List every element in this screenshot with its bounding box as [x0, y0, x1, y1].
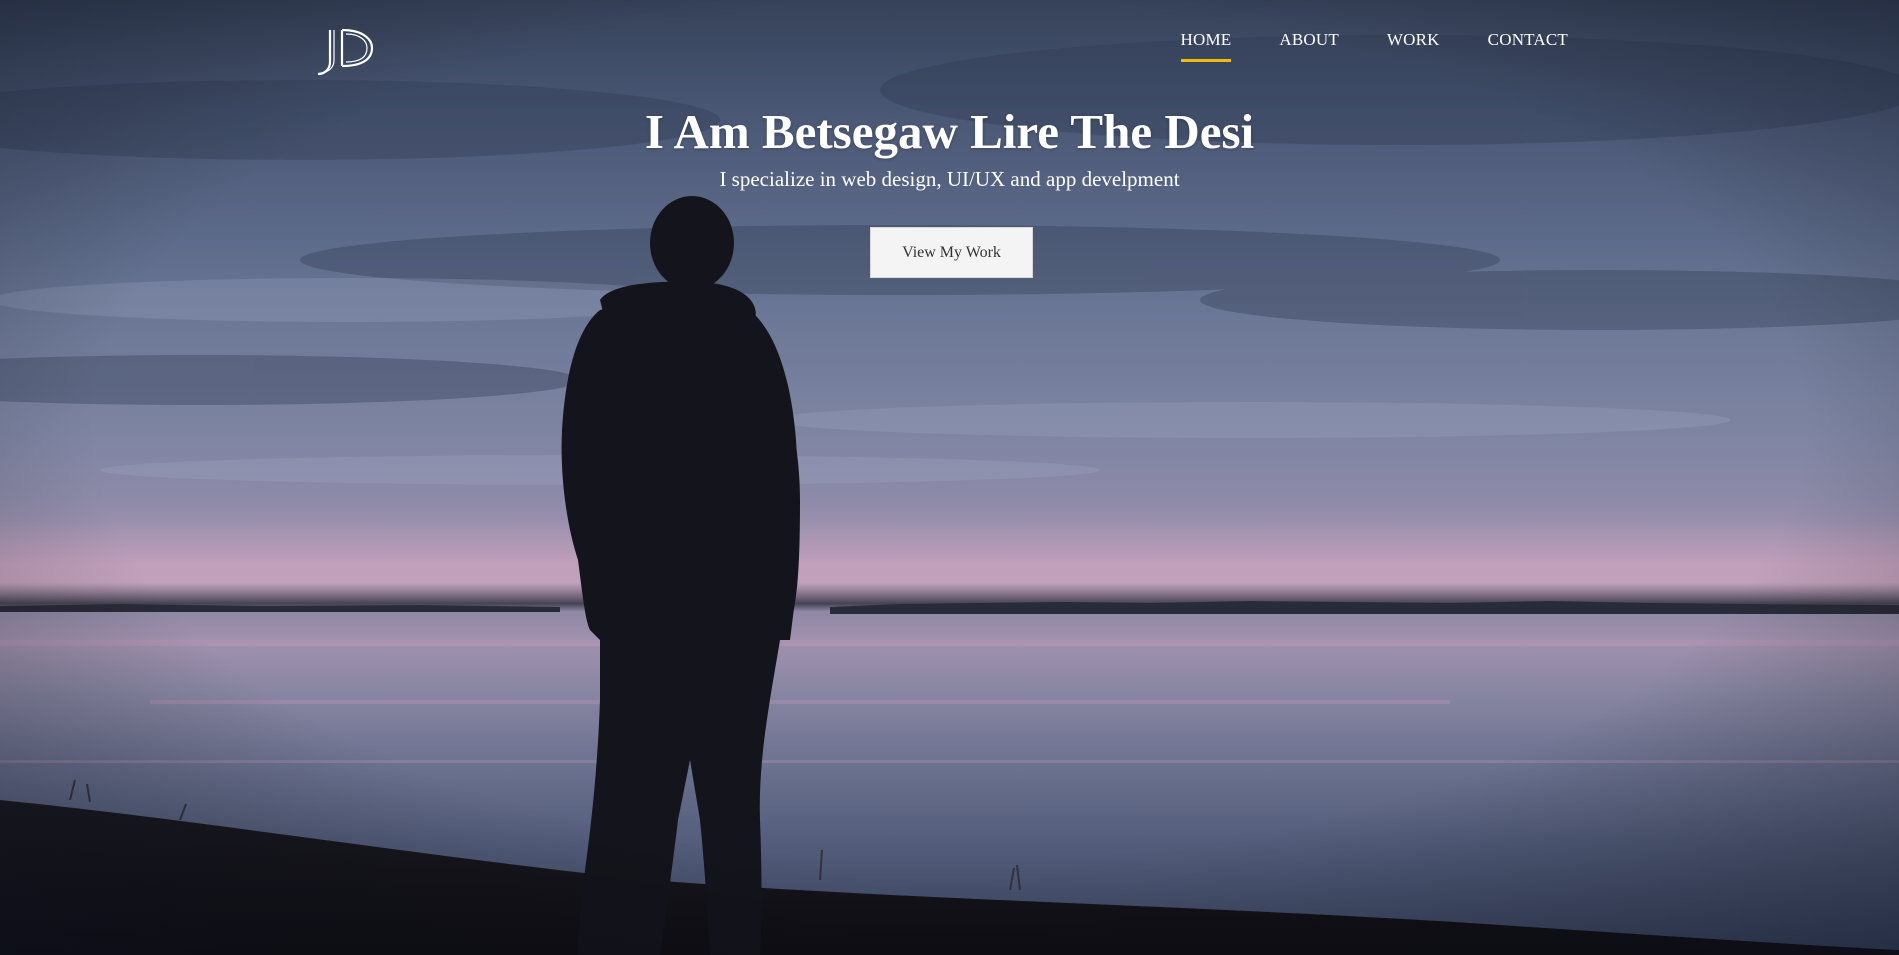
jd-logo[interactable]: JD [312, 26, 382, 76]
nav-item-home[interactable]: HOME [1180, 30, 1232, 62]
nav-menu: HOME ABOUT WORK CONTACT [1133, 30, 1569, 62]
hero-subtitle: I specialize in web design, UI/UX and ap… [719, 167, 1180, 191]
hero-section: JD HOME ABOUT WORK CONTACT I Am Betsegaw… [0, 0, 1899, 955]
nav-item-about[interactable]: ABOUT [1279, 30, 1339, 62]
navbar: JD HOME ABOUT WORK CONTACT [0, 0, 1899, 90]
jd-monogram-icon [317, 28, 374, 76]
nav-item-work[interactable]: WORK [1387, 30, 1440, 62]
view-my-work-button[interactable]: View My Work [870, 227, 1033, 278]
hero-title: I Am Betsegaw Lire The Desi [644, 104, 1255, 159]
nav-item-contact[interactable]: CONTACT [1488, 30, 1568, 62]
